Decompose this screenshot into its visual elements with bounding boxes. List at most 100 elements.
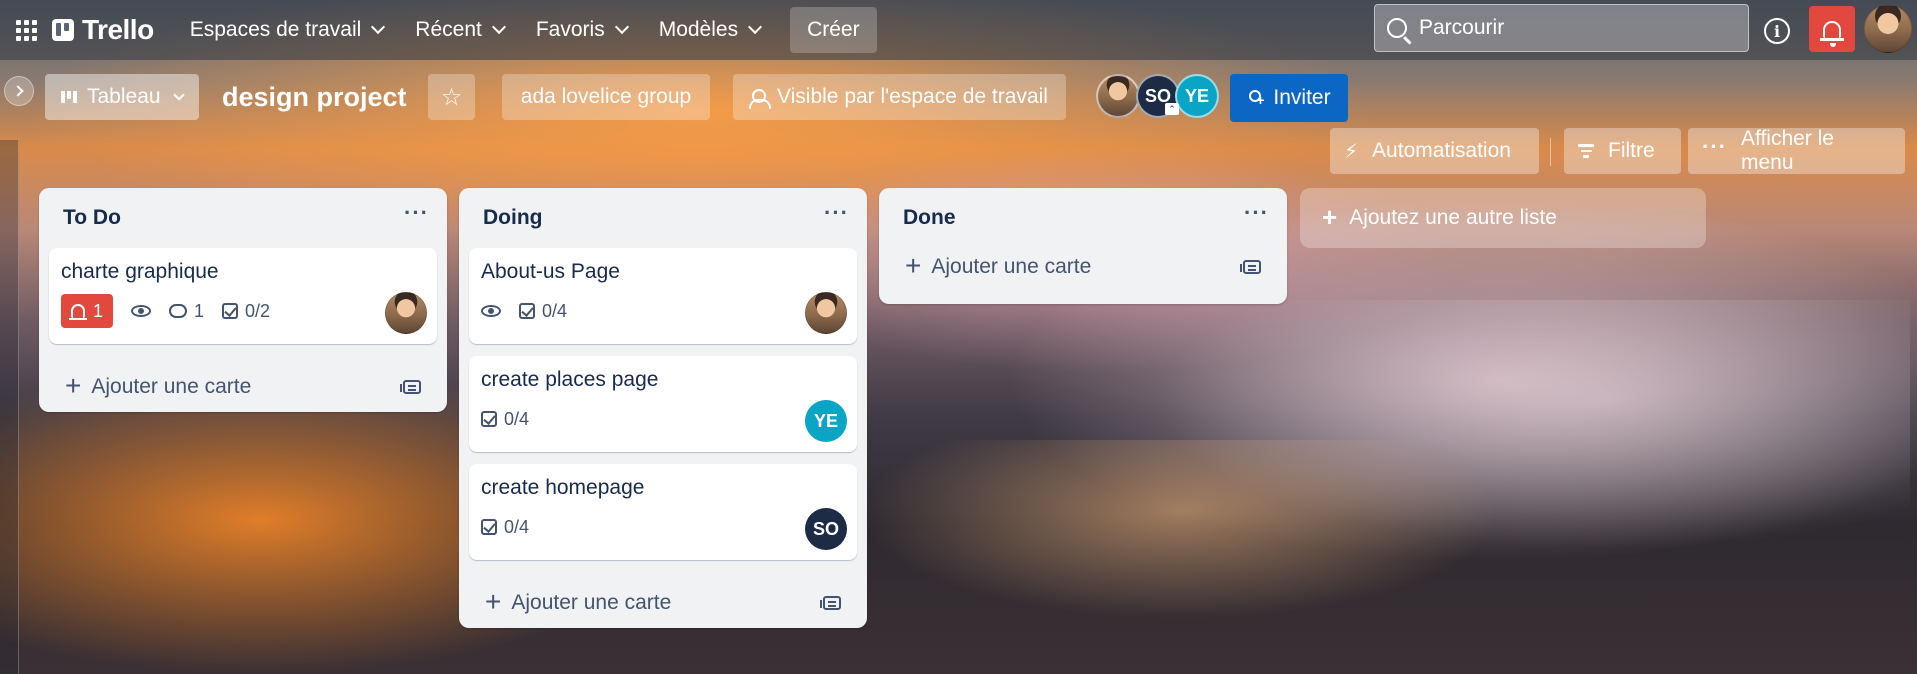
filter-icon	[1578, 144, 1594, 158]
nav-workspaces[interactable]: Espaces de travail	[174, 8, 400, 52]
card-charte-graphique[interactable]: charte graphique 1 1 0/2	[49, 248, 437, 344]
card-template-icon[interactable]	[400, 380, 421, 394]
lightning-icon: ⚡	[1344, 140, 1359, 163]
checkbox-icon	[519, 303, 535, 319]
add-card-button[interactable]: + Ajouter une carte	[905, 249, 1091, 281]
workspace-button[interactable]: ada lovelice group	[502, 74, 710, 120]
chevron-right-icon	[11, 85, 24, 97]
card-member-avatar-so[interactable]: SO	[805, 508, 847, 550]
list-title[interactable]: To Do	[63, 206, 121, 230]
card-member-avatar[interactable]	[385, 292, 427, 334]
eye-icon	[481, 305, 501, 317]
member-avatar[interactable]	[1096, 74, 1140, 118]
search-icon	[1387, 18, 1407, 38]
search-input[interactable]: Parcourir	[1374, 4, 1749, 52]
automation-label: Automatisation	[1372, 139, 1511, 162]
card-title: create places page	[481, 368, 659, 391]
people-icon	[749, 89, 771, 109]
expand-sidebar-button[interactable]	[4, 76, 34, 106]
list-header: To Do ···	[49, 188, 437, 248]
card-badges: 1 1 0/2	[61, 294, 425, 328]
nav-workspaces-label: Espaces de travail	[189, 18, 362, 41]
automation-button[interactable]: ⚡ Automatisation	[1330, 128, 1539, 174]
checkbox-icon	[222, 303, 239, 319]
list-footer: + Ajouter une carte	[49, 356, 437, 418]
ellipsis-icon[interactable]: ···	[1244, 200, 1269, 226]
comment-icon	[169, 304, 188, 318]
star-icon: ☆	[440, 83, 463, 111]
chevron-down-icon	[491, 19, 506, 35]
watch-badge	[481, 305, 501, 317]
checklist-badge: 0/2	[222, 301, 270, 322]
card-create-places-page[interactable]: create places page 0/4 YE	[469, 356, 857, 452]
nav-starred[interactable]: Favoris	[520, 8, 643, 52]
card-member-avatar-ye[interactable]: YE	[805, 400, 847, 442]
board-title[interactable]: design project	[222, 82, 407, 113]
checkbox-icon	[481, 519, 497, 535]
collapsed-sidebar	[0, 140, 19, 674]
list-title[interactable]: Doing	[483, 206, 542, 230]
show-menu-button[interactable]: ··· Afficher le menu	[1688, 127, 1905, 174]
chevron-down-icon	[748, 19, 763, 35]
notifications-button[interactable]	[1809, 6, 1855, 52]
board-view-icon	[61, 91, 77, 103]
card-create-homepage[interactable]: create homepage 0/4 SO	[469, 464, 857, 560]
comment-count: 1	[194, 300, 205, 321]
header-divider	[1550, 138, 1551, 166]
list-to-do: To Do ··· charte graphique 1 1 0/2 + Ajo…	[39, 188, 447, 412]
board-view-label: Tableau	[87, 85, 161, 108]
card-template-icon[interactable]	[1240, 260, 1261, 274]
ellipsis-icon[interactable]: ···	[824, 200, 849, 226]
card-member-avatar[interactable]	[805, 292, 847, 334]
chevron-down-icon	[371, 19, 386, 35]
visibility-button[interactable]: Visible par l'espace de travail	[733, 74, 1066, 120]
notification-badge: 1	[61, 294, 114, 328]
star-board-button[interactable]: ☆	[428, 74, 475, 120]
card-template-icon[interactable]	[820, 596, 841, 610]
chevron-down-icon	[614, 19, 629, 35]
background-snow-mountains	[1150, 300, 1910, 550]
info-icon[interactable]: i	[1764, 18, 1790, 44]
admin-badge-icon: ⌃	[1165, 103, 1179, 115]
ellipsis-icon[interactable]: ···	[404, 200, 429, 226]
card-title: About-us Page	[481, 260, 620, 283]
eye-icon	[131, 305, 152, 317]
checkbox-icon	[481, 411, 497, 427]
card-badges: 0/4	[481, 402, 845, 436]
plus-icon: +	[485, 585, 502, 617]
watch-badge	[131, 305, 152, 317]
member-avatar-ye[interactable]: YE	[1175, 74, 1219, 118]
list-header: Doing ···	[469, 188, 857, 248]
nav-templates[interactable]: Modèles	[643, 8, 776, 52]
checklist-badge: 0/4	[481, 409, 529, 430]
add-card-label: Ajouter une carte	[91, 375, 252, 398]
filter-label: Filtre	[1608, 139, 1655, 162]
card-title: create homepage	[481, 476, 645, 499]
checklist-badge: 0/4	[519, 301, 567, 322]
top-navigation-bar: Trello Espaces de travail Récent Favoris…	[0, 0, 1917, 60]
invite-label: Inviter	[1273, 86, 1331, 109]
list-title[interactable]: Done	[903, 206, 956, 230]
card-badges: 0/4	[481, 294, 845, 328]
add-card-button[interactable]: + Ajouter une carte	[485, 585, 671, 617]
board-view-switcher[interactable]: Tableau	[45, 74, 199, 120]
invite-button[interactable]: Inviter	[1230, 74, 1348, 122]
plus-icon: +	[1322, 201, 1338, 232]
grid-icon	[15, 19, 37, 41]
nav-starred-label: Favoris	[535, 18, 605, 41]
trello-logo[interactable]: Trello	[52, 14, 154, 46]
bell-icon	[1820, 20, 1844, 47]
account-avatar[interactable]	[1864, 5, 1912, 53]
filter-button[interactable]: Filtre	[1564, 128, 1681, 174]
list-doing: Doing ··· About-us Page 0/4 create place…	[459, 188, 867, 628]
plus-icon: +	[905, 249, 922, 281]
app-name: Trello	[82, 14, 154, 45]
nav-recent-label: Récent	[415, 18, 482, 41]
add-card-button[interactable]: + Ajouter une carte	[65, 371, 252, 400]
card-about-us-page[interactable]: About-us Page 0/4	[469, 248, 857, 344]
create-button[interactable]: Créer	[790, 7, 877, 53]
nav-recent[interactable]: Récent	[399, 8, 520, 52]
app-switcher-button[interactable]	[0, 0, 52, 60]
visibility-label: Visible par l'espace de travail	[777, 85, 1048, 108]
add-list-button[interactable]: + Ajoutez une autre liste	[1300, 188, 1706, 248]
